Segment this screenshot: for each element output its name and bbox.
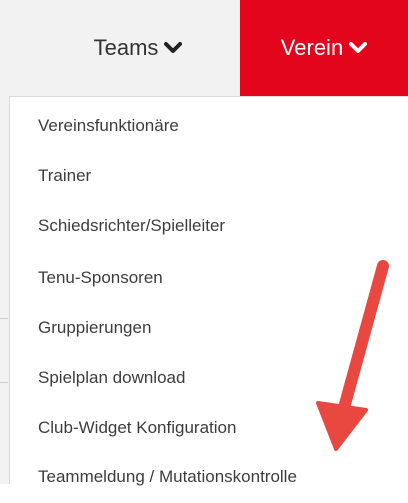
nav-verein-menu[interactable]: Verein xyxy=(240,0,408,96)
verein-dropdown-menu: Vereinsfunktionäre Trainer Schiedsrichte… xyxy=(9,96,408,486)
chevron-down-icon xyxy=(349,41,368,55)
menu-item-vereinsfunktionaere[interactable]: Vereinsfunktionäre xyxy=(38,100,179,152)
page-background-edge xyxy=(0,96,9,484)
nav-teams-label: Teams xyxy=(93,35,159,60)
divider xyxy=(0,382,8,383)
menu-item-tenu-sponsoren[interactable]: Tenu-Sponsoren xyxy=(38,252,163,304)
menu-item-spielplan-download[interactable]: Spielplan download xyxy=(38,352,185,404)
divider xyxy=(0,318,8,319)
menu-item-gruppierungen[interactable]: Gruppierungen xyxy=(38,302,151,354)
menu-item-teammeldung[interactable]: Teammeldung / Mutationskontrolle xyxy=(38,451,297,503)
menu-item-trainer[interactable]: Trainer xyxy=(38,150,91,202)
menu-item-schiedsrichter[interactable]: Schiedsrichter/Spielleiter xyxy=(38,200,225,252)
nav-verein-label: Verein xyxy=(280,35,344,60)
menu-item-club-widget[interactable]: Club-Widget Konfiguration xyxy=(38,402,236,454)
nav-teams-menu[interactable]: Teams xyxy=(0,0,240,96)
top-navigation-bar: Teams Verein xyxy=(0,0,408,96)
chevron-down-icon xyxy=(164,41,183,55)
